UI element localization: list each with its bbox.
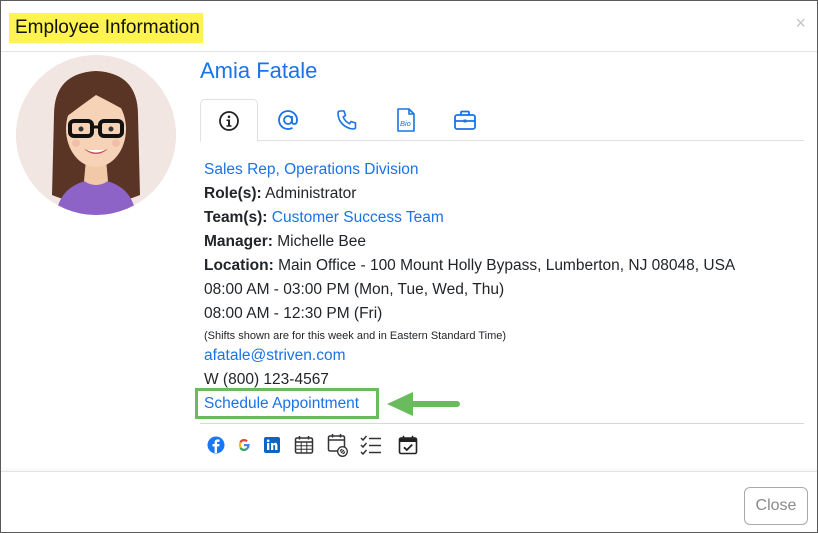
dialog-footer: Close <box>1 471 817 533</box>
divider <box>200 423 804 424</box>
tab-bio[interactable]: Bio <box>377 99 435 141</box>
manager-value: Michelle Bee <box>277 233 366 250</box>
teams-row: Team(s): Customer Success Team <box>204 206 444 230</box>
tab-phone[interactable] <box>318 99 376 141</box>
tab-email[interactable] <box>259 99 317 141</box>
annotation-highlight-box <box>195 388 379 419</box>
calendar-link-icon[interactable] <box>327 434 349 457</box>
linkedin-icon[interactable] <box>261 434 283 456</box>
manager-row: Manager: Michelle Bee <box>204 230 366 254</box>
contact-tabs: Bio <box>200 99 804 142</box>
avatar-illustration <box>16 55 176 215</box>
briefcase-icon <box>454 110 476 130</box>
schedule-line: 08:00 AM - 03:00 PM (Mon, Tue, Wed, Thu) <box>204 281 505 298</box>
roles-value: Administrator <box>265 185 357 202</box>
annotation-arrow-icon <box>387 392 460 416</box>
calendar-grid-icon[interactable] <box>293 434 315 456</box>
close-button[interactable]: Close <box>744 487 808 525</box>
dialog-title: Employee Information <box>9 13 203 43</box>
teams-link[interactable]: Customer Success Team <box>272 209 444 226</box>
location-row: Location: Main Office - 100 Mount Holly … <box>204 254 735 278</box>
manager-label: Manager: <box>204 233 273 250</box>
email-link[interactable]: afatale@striven.com <box>204 344 346 368</box>
at-icon <box>278 110 298 130</box>
tab-work[interactable] <box>436 99 494 141</box>
info-icon <box>219 110 239 131</box>
avatar <box>16 55 176 215</box>
dialog-header: Employee Information × <box>1 1 817 52</box>
google-icon[interactable] <box>233 434 255 456</box>
title-division-link[interactable]: Sales Rep, Operations Division <box>204 158 419 182</box>
close-icon[interactable]: × <box>795 13 806 33</box>
location-label: Location: <box>204 257 274 274</box>
tab-info[interactable] <box>200 99 258 142</box>
schedule-line: 08:00 AM - 12:30 PM (Fri) <box>204 305 383 322</box>
facebook-icon[interactable] <box>205 434 227 456</box>
calendar-check-icon[interactable] <box>397 434 419 456</box>
location-value: Main Office - 100 Mount Holly Bypass, Lu… <box>278 257 736 274</box>
roles-row: Role(s): Administrator <box>204 182 356 206</box>
employee-info-dialog: Employee Information × Amia Fatale Bio S… <box>0 0 818 533</box>
bio-document-icon: Bio <box>397 108 415 132</box>
employee-name: Amia Fatale <box>200 58 318 83</box>
bio-tab-text: Bio <box>400 119 411 128</box>
phone-icon <box>337 110 357 130</box>
checklist-icon[interactable] <box>360 434 382 456</box>
roles-label: Role(s): <box>204 185 262 202</box>
teams-label: Team(s): <box>204 209 268 226</box>
